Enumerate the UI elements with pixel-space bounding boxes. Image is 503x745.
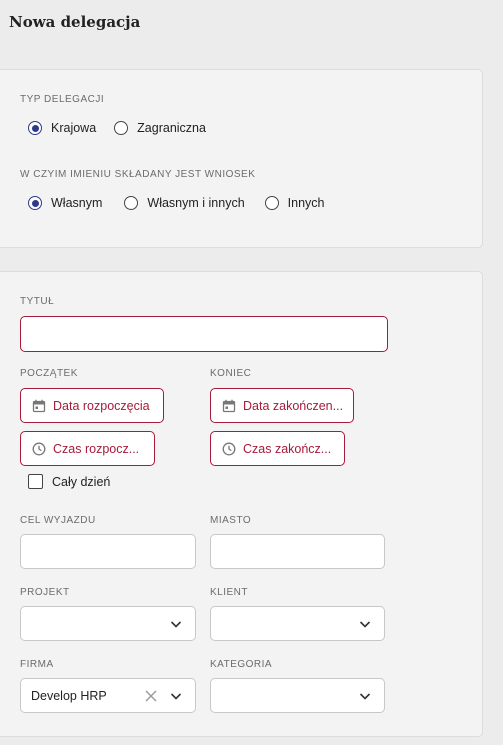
start-date-text: Data rozpoczęcia: [53, 398, 150, 413]
end-date-text: Data zakończen...: [243, 398, 344, 413]
clock-icon: [222, 442, 236, 455]
clock-icon: [32, 442, 46, 455]
chevron-down-icon: [170, 692, 182, 700]
radio-wlasnym-i-innych[interactable]: Własnym i innych: [124, 196, 245, 210]
clear-icon[interactable]: [144, 689, 158, 703]
radio-label: Własnym: [51, 196, 103, 210]
delegation-type-radio-group: Krajowa Zagraniczna: [28, 121, 222, 135]
chevron-down-icon: [359, 620, 371, 628]
project-select[interactable]: [20, 606, 196, 641]
radio-indicator: [264, 196, 279, 210]
radio-zagraniczna[interactable]: Zagraniczna: [114, 121, 206, 135]
radio-indicator: [28, 121, 42, 135]
company-label: FIRMA: [20, 659, 54, 670]
start-date-picker[interactable]: Data rozpoczęcia: [20, 388, 164, 423]
title-input[interactable]: [20, 316, 388, 352]
start-time-text: Czas rozpocz...: [53, 441, 140, 456]
city-label: MIASTO: [210, 515, 252, 526]
radio-indicator: [28, 196, 42, 210]
all-day-label: Cały dzień: [52, 474, 111, 489]
radio-wlasnym[interactable]: Własnym: [28, 196, 102, 210]
all-day-checkbox-row[interactable]: Cały dzień: [28, 474, 110, 489]
start-time-picker[interactable]: Czas rozpocz...: [20, 431, 155, 466]
city-input[interactable]: [210, 534, 385, 569]
radio-label: Krajowa: [51, 121, 97, 135]
all-day-checkbox[interactable]: [28, 474, 43, 489]
radio-innych[interactable]: Innych: [264, 196, 325, 210]
delegation-type-label: TYP DELEGACJI: [20, 94, 105, 105]
purpose-input[interactable]: [20, 534, 196, 569]
radio-label: Zagraniczna: [137, 121, 206, 135]
project-label: PROJEKT: [20, 587, 70, 598]
end-time-picker[interactable]: Czas zakończ...: [210, 431, 345, 466]
on-behalf-label: W CZYIM IMIENIU SKŁADANY JEST WNIOSEK: [20, 169, 256, 180]
radio-label: Własnym i innych: [147, 196, 245, 210]
end-label: KONIEC: [210, 368, 252, 379]
client-label: KLIENT: [210, 587, 249, 598]
radio-label: Innych: [287, 196, 325, 210]
delegation-details-card: TYTUŁ POCZĄTEK KONIEC Data rozpoczęcia D…: [0, 271, 483, 737]
purpose-label: CEL WYJAZDU: [20, 515, 96, 526]
radio-indicator: [124, 196, 139, 210]
radio-krajowa[interactable]: Krajowa: [28, 121, 96, 135]
category-label: KATEGORIA: [210, 659, 273, 670]
category-select[interactable]: [210, 678, 385, 713]
client-select[interactable]: [210, 606, 385, 641]
page-title: Nowa delegacja: [9, 13, 141, 31]
on-behalf-radio-group: Własnym Własnym i innych Innych: [28, 196, 341, 210]
end-time-text: Czas zakończ...: [243, 441, 332, 456]
calendar-icon: [32, 399, 46, 412]
title-label: TYTUŁ: [20, 296, 55, 307]
calendar-icon: [222, 399, 236, 412]
chevron-down-icon: [359, 692, 371, 700]
start-label: POCZĄTEK: [20, 368, 78, 379]
company-select[interactable]: Develop HRP: [20, 678, 196, 713]
delegation-type-card: TYP DELEGACJI Krajowa Zagraniczna W CZYI…: [0, 69, 483, 248]
company-value: Develop HRP: [31, 688, 107, 703]
end-date-picker[interactable]: Data zakończen...: [210, 388, 354, 423]
chevron-down-icon: [170, 620, 182, 628]
radio-indicator: [114, 121, 129, 135]
